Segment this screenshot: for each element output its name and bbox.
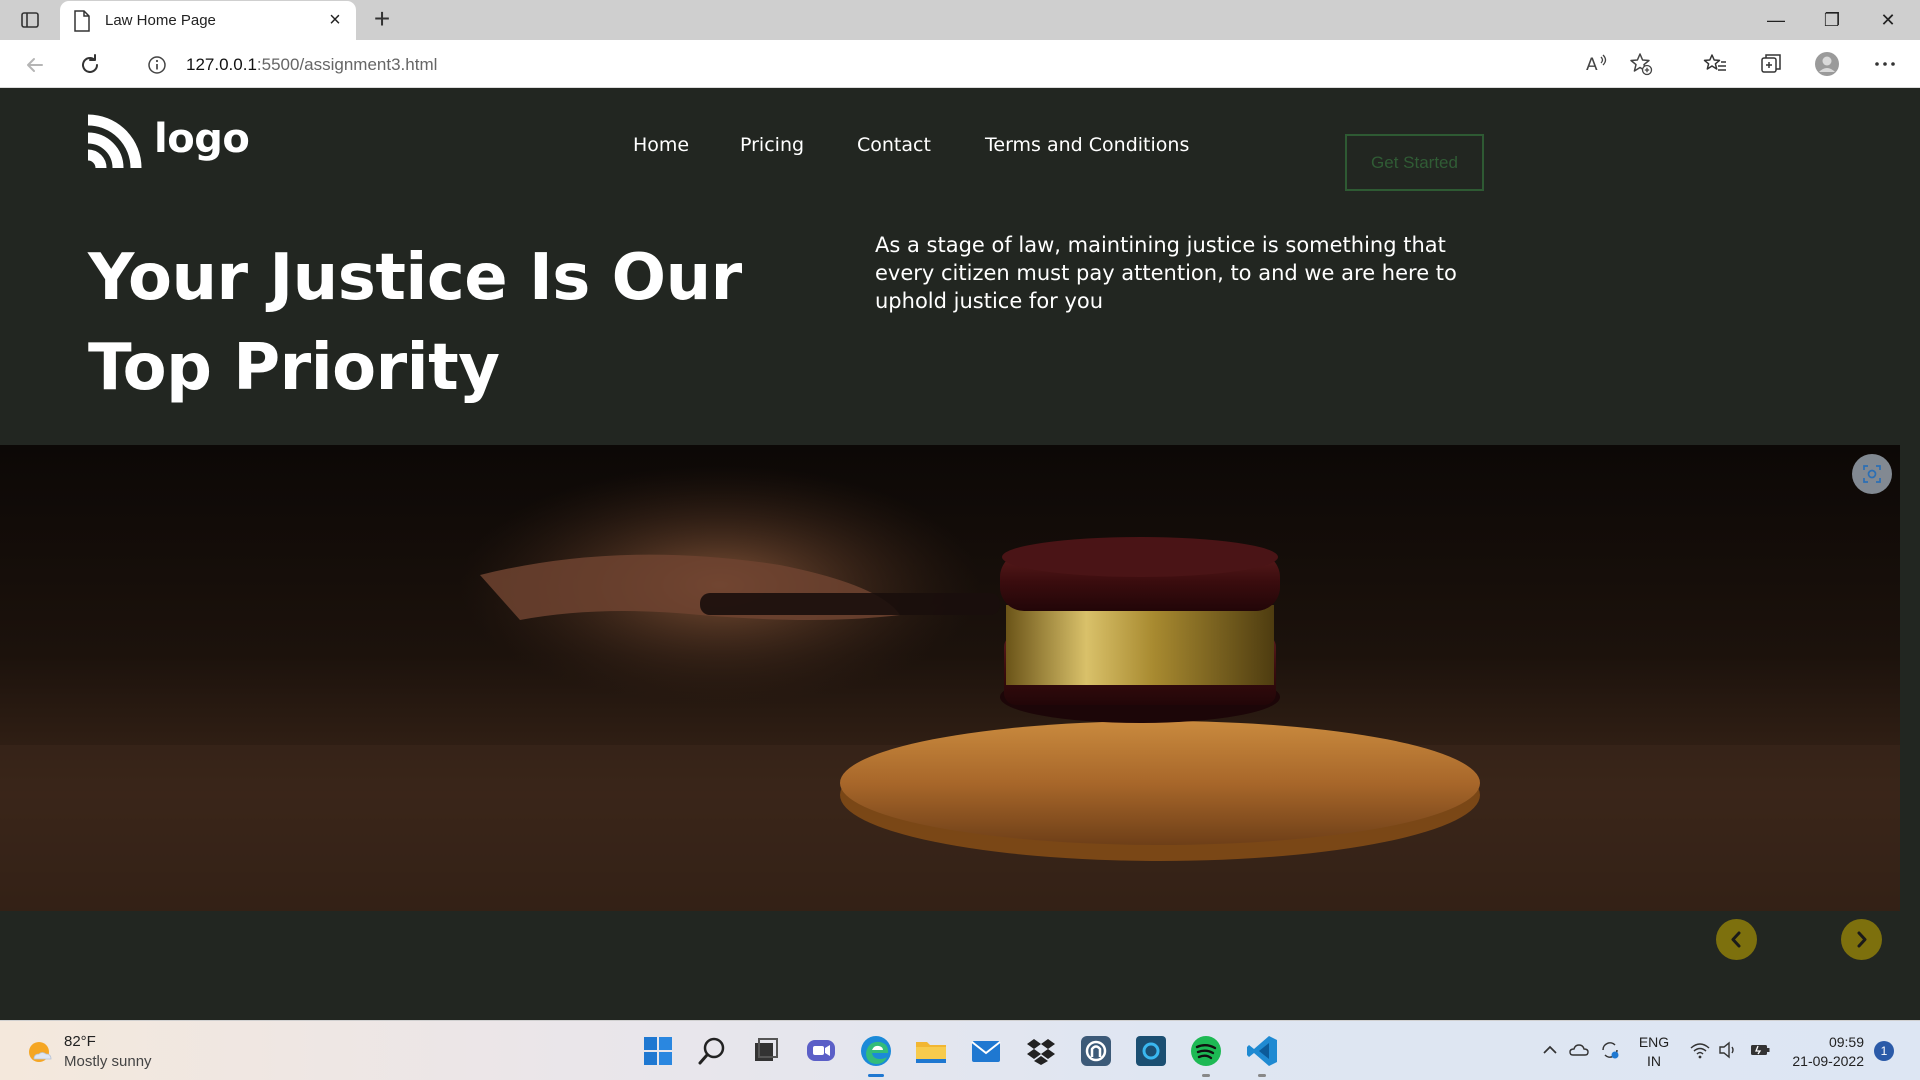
weather-widget[interactable]: 82°F Mostly sunny [24, 1031, 224, 1075]
spotify-running-indicator [1202, 1074, 1210, 1077]
battery-icon[interactable] [1749, 1039, 1771, 1061]
nav-terms-link[interactable]: Terms and Conditions [985, 134, 1189, 156]
notification-badge[interactable]: 1 [1874, 1041, 1894, 1061]
volume-icon[interactable] [1717, 1039, 1739, 1061]
file-explorer-icon[interactable] [913, 1033, 949, 1069]
close-window-button[interactable]: ✕ [1860, 0, 1916, 40]
back-icon[interactable] [20, 50, 50, 80]
collections-icon[interactable] [1758, 51, 1784, 77]
weather-temperature: 82°F [64, 1033, 96, 1050]
hero-title-line-2: Top Priority [88, 331, 500, 405]
page-icon [74, 10, 90, 32]
windows-taskbar: 82°F Mostly sunny ENG IN 09:59 21-09-202… [0, 1020, 1920, 1080]
search-icon[interactable] [694, 1033, 730, 1069]
spotify-icon[interactable] [1188, 1033, 1224, 1069]
hero-title-line-1: Your Justice Is Our [88, 241, 742, 315]
dropbox-icon[interactable] [1023, 1033, 1059, 1069]
new-tab-button[interactable]: + [368, 4, 396, 36]
more-options-icon[interactable] [1872, 51, 1898, 77]
vscode-icon[interactable] [1244, 1033, 1280, 1069]
nav-pricing-link[interactable]: Pricing [740, 134, 804, 156]
favorites-icon[interactable] [1702, 51, 1728, 77]
site-info-icon[interactable] [147, 55, 167, 75]
browser-tab-bar: Law Home Page × + — ❐ ✕ [0, 0, 1920, 40]
cortana-icon[interactable] [1133, 1033, 1169, 1069]
get-started-button[interactable]: Get Started [1345, 134, 1484, 191]
hero-title: Your Justice Is Our Top Priority [88, 233, 828, 413]
clock-date: 21-09-2022 [1792, 1053, 1864, 1069]
tab-actions-icon[interactable] [14, 8, 46, 32]
restore-button[interactable]: ❐ [1804, 0, 1860, 40]
vscode-running-indicator [1258, 1074, 1266, 1077]
mail-icon[interactable] [968, 1033, 1004, 1069]
nav-home-link[interactable]: Home [633, 134, 689, 156]
gavel-illustration [0, 445, 1900, 911]
site-logo[interactable]: logo [88, 114, 288, 174]
visual-search-button[interactable] [1852, 454, 1892, 494]
web-page: logo Home Pricing Contact Terms and Cond… [0, 88, 1920, 1020]
task-view-icon[interactable] [748, 1033, 784, 1069]
weather-condition: Mostly sunny [64, 1053, 152, 1070]
chevron-left-icon [1731, 931, 1741, 948]
add-favorite-icon[interactable] [1628, 51, 1654, 77]
gavel-hero-image [0, 445, 1900, 911]
visual-search-icon [1863, 465, 1881, 483]
hero-description: As a stage of law, maintining justice is… [875, 233, 1457, 313]
carousel-next-button[interactable] [1841, 919, 1882, 960]
app-icon[interactable] [1078, 1033, 1114, 1069]
rss-logo-icon [88, 114, 142, 168]
url-text: 127.0.0.1:5500/assignment3.html [186, 55, 438, 74]
read-aloud-icon[interactable]: A [1584, 51, 1610, 77]
profile-avatar-icon[interactable] [1814, 51, 1840, 77]
tab-title: Law Home Page [105, 12, 216, 29]
logo-text: logo [154, 116, 250, 162]
edge-icon[interactable] [858, 1033, 894, 1069]
address-bar-row: 127.0.0.1:5500/assignment3.html A [0, 40, 1920, 88]
sync-icon[interactable] [1599, 1039, 1621, 1061]
minimize-button[interactable]: — [1748, 0, 1804, 40]
browser-tab-active[interactable]: Law Home Page × [60, 1, 356, 40]
edge-active-indicator [868, 1074, 884, 1077]
chevron-up-icon[interactable] [1539, 1039, 1561, 1061]
wifi-icon[interactable] [1689, 1039, 1711, 1061]
url-field[interactable]: 127.0.0.1:5500/assignment3.html A [124, 44, 1780, 84]
onedrive-icon[interactable] [1568, 1039, 1590, 1061]
clock-time: 09:59 [1828, 1034, 1864, 1050]
chevron-right-icon [1857, 931, 1867, 948]
nav-contact-link[interactable]: Contact [857, 134, 931, 156]
partly-sunny-icon [29, 1042, 52, 1062]
system-clock[interactable]: 09:59 21-09-2022 [1784, 1033, 1864, 1071]
start-icon[interactable] [640, 1033, 676, 1069]
close-tab-icon[interactable]: × [324, 9, 346, 31]
carousel-prev-button[interactable] [1716, 919, 1757, 960]
svg-text:A: A [1586, 55, 1598, 75]
refresh-icon[interactable] [75, 50, 105, 80]
language-indicator[interactable]: ENG IN [1636, 1033, 1672, 1071]
chat-icon[interactable] [803, 1033, 839, 1069]
